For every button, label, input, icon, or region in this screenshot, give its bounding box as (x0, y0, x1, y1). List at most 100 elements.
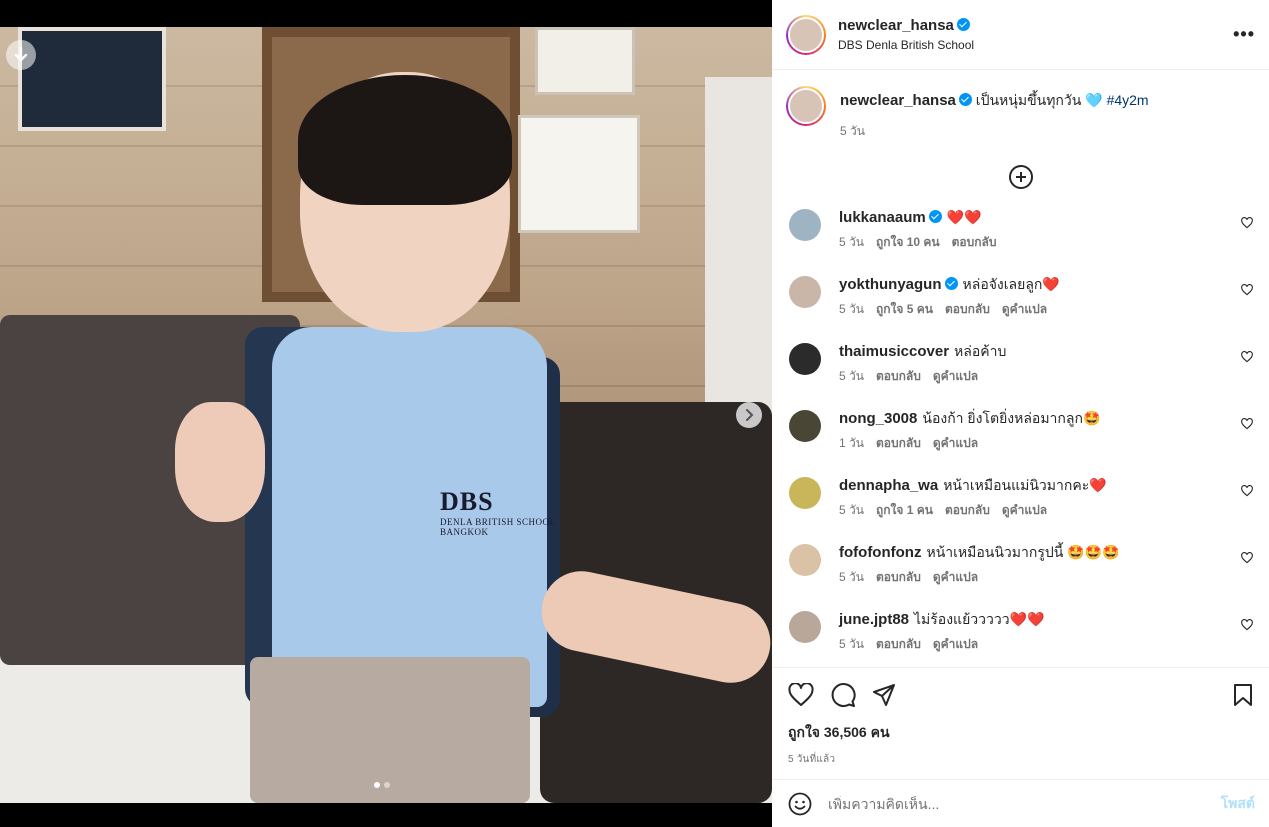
comment-like-count[interactable]: ถูกใจ 1 คน (876, 503, 933, 517)
verified-badge-icon (958, 93, 972, 106)
avatar[interactable] (789, 544, 821, 576)
comment-like-heart-icon[interactable] (1241, 284, 1253, 296)
comment-like-heart-icon[interactable] (1241, 485, 1253, 497)
next-photo-button[interactable] (736, 402, 762, 428)
shirt-logo: DBS (440, 487, 494, 516)
emoji-icon[interactable] (788, 792, 812, 816)
comment-meta: 1 วัน ตอบกลับ ดูคำแปล (839, 434, 1100, 453)
comment-meta: 5 วัน ถูกใจ 10 คน ตอบกลับ (839, 233, 1008, 252)
share-icon[interactable] (872, 683, 896, 707)
see-translation-button[interactable]: ดูคำแปล (933, 436, 978, 450)
comment-username[interactable]: fofofonfonz (839, 544, 921, 561)
see-translation-button[interactable]: ดูคำแปล (933, 369, 978, 383)
comment-body: nong_3008 น้องก้า ยิ่งโตยิ่งหล่อมากลูก🤩 1 … (839, 408, 1100, 475)
shirt-logo-sub: DENLA BRITISH SCHOOL BANGKOK (440, 517, 556, 537)
comment-icon[interactable] (830, 682, 856, 708)
comment-text: หน้าเหมือนนิวมากรูปนี้ 🤩🤩🤩 (926, 544, 1120, 560)
chevron-right-icon (746, 409, 754, 421)
reply-button[interactable]: ตอบกลับ (945, 503, 990, 517)
bookmark-icon[interactable] (1233, 683, 1253, 707)
download-button[interactable] (6, 40, 36, 70)
comment-username[interactable]: dennapha_wa (839, 477, 938, 494)
comment-age: 1 วัน (839, 436, 864, 450)
post-header: newclear_hansa DBS Denla British School … (772, 0, 1269, 70)
caption-username[interactable]: newclear_hansa (840, 92, 956, 109)
comment-like-heart-icon[interactable] (1241, 351, 1253, 363)
comment-meta: 5 วัน ตอบกลับ ดูคำแปล (839, 635, 1044, 654)
comment-row: yokthunyagun หล่อจังเลยลูก❤️ 5 วัน ถูกใจ 5 … (772, 274, 1269, 341)
see-translation-button[interactable]: ดูคำแปล (1002, 302, 1047, 316)
avatar[interactable] (789, 477, 821, 509)
caption-age: 5 วัน (840, 124, 865, 138)
avatar[interactable] (789, 410, 821, 442)
comment-like-heart-icon[interactable] (1241, 418, 1253, 430)
comment-username[interactable]: yokthunyagun (839, 276, 942, 293)
comment-like-heart-icon[interactable] (1241, 619, 1253, 631)
shirt-logo-line: BANGKOK (440, 527, 489, 537)
avatar[interactable] (789, 276, 821, 308)
caption-body: newclear_hansa เป็นหนุ่มขึ้นทุกวัน 🩵 #4y… (840, 86, 1149, 141)
comment-body: fofofonfonz หน้าเหมือนนิวมากรูปนี้ 🤩🤩🤩 5 ว… (839, 542, 1120, 609)
plus-circle-icon[interactable] (1008, 165, 1033, 189)
comment-body: thaimusiccover หล่อค้าบ 5 วัน ตอบกลับ ดูคำแป… (839, 341, 1006, 408)
reply-button[interactable]: ตอบกลับ (945, 302, 990, 316)
wall-certificate (535, 27, 635, 95)
avatar[interactable] (786, 14, 826, 55)
carousel-dot (374, 782, 380, 788)
comment-meta: 5 วัน ถูกใจ 5 คน ตอบกลับ ดูคำแปล (839, 300, 1060, 319)
comment-username[interactable]: nong_3008 (839, 410, 917, 427)
comment-text: หล่อค้าบ (954, 343, 1007, 359)
reply-button[interactable]: ตอบกลับ (876, 369, 921, 383)
location-link[interactable]: DBS Denla British School (838, 38, 974, 52)
caption-text: เป็นหนุ่มขึ้นทุกวัน 🩵 (975, 92, 1103, 108)
comment-age: 5 วัน (839, 369, 864, 383)
post-side-panel: newclear_hansa DBS Denla British School … (772, 0, 1269, 827)
post-comment-button[interactable]: โพสต์ (1221, 793, 1255, 815)
comment-input[interactable] (828, 795, 1221, 812)
like-count[interactable]: ถูกใจ 36,506 คน (772, 708, 1269, 744)
see-translation-button[interactable]: ดูคำแปล (933, 637, 978, 651)
hashtag-link[interactable]: #4y2m (1107, 92, 1149, 108)
avatar[interactable] (786, 86, 826, 126)
avatar[interactable] (789, 611, 821, 643)
comment-username[interactable]: june.jpt88 (839, 611, 909, 628)
post-photo[interactable]: DBS DENLA BRITISH SCHOOL BANGKOK (0, 27, 772, 803)
reply-button[interactable]: ตอบกลับ (876, 637, 921, 651)
arrow-down-icon (14, 47, 28, 62)
comment-meta: 5 วัน ตอบกลับ ดูคำแปล (839, 568, 1120, 587)
reply-button[interactable]: ตอบกลับ (876, 436, 921, 450)
carousel-indicator (374, 782, 390, 788)
boy-hair (298, 75, 512, 205)
comment-like-heart-icon[interactable] (1241, 552, 1253, 564)
post-caption: newclear_hansa เป็นหนุ่มขึ้นทุกวัน 🩵 #4y… (772, 70, 1269, 141)
avatar[interactable] (789, 209, 821, 241)
comment-body: lukkanaaum ❤️❤️ 5 วัน ถูกใจ 10 คน ตอบกลับ (839, 207, 1008, 274)
comment-like-count[interactable]: ถูกใจ 10 คน (876, 235, 940, 249)
comment-list: lukkanaaum ❤️❤️ 5 วัน ถูกใจ 10 คน ตอบกลับ yok… (772, 207, 1269, 676)
comment-line: fofofonfonz หน้าเหมือนนิวมากรูปนี้ 🤩🤩🤩 (839, 542, 1120, 563)
comment-age: 5 วัน (839, 637, 864, 651)
post-actions-section: ถูกใจ 36,506 คน 5 วันที่แล้ว (772, 667, 1269, 767)
comment-meta: 5 วัน ตอบกลับ ดูคำแปล (839, 367, 1006, 386)
comment-like-count[interactable]: ถูกใจ 5 คน (876, 302, 933, 316)
reply-button[interactable]: ตอบกลับ (952, 235, 997, 249)
verified-badge-icon (928, 210, 942, 223)
comment-age: 5 วัน (839, 302, 864, 316)
see-translation-button[interactable]: ดูคำแปล (933, 570, 978, 584)
comment-username[interactable]: lukkanaaum (839, 209, 926, 226)
avatar[interactable] (789, 343, 821, 375)
wall-certificate (518, 115, 640, 233)
load-more-comments (772, 165, 1269, 189)
comment-age: 5 วัน (839, 503, 864, 517)
comment-line: thaimusiccover หล่อค้าบ (839, 341, 1006, 362)
reply-button[interactable]: ตอบกลับ (876, 570, 921, 584)
see-translation-button[interactable]: ดูคำแปล (1002, 503, 1047, 517)
more-options-icon[interactable]: ••• (1233, 24, 1255, 45)
boy-shorts (250, 657, 530, 803)
comment-body: yokthunyagun หล่อจังเลยลูก❤️ 5 วัน ถูกใจ 5 … (839, 274, 1060, 341)
post-timestamp: 5 วันที่แล้ว (788, 754, 836, 765)
like-heart-icon[interactable] (788, 683, 814, 707)
comment-username[interactable]: thaimusiccover (839, 343, 949, 360)
comment-like-heart-icon[interactable] (1241, 217, 1253, 229)
username-link[interactable]: newclear_hansa (838, 17, 954, 34)
